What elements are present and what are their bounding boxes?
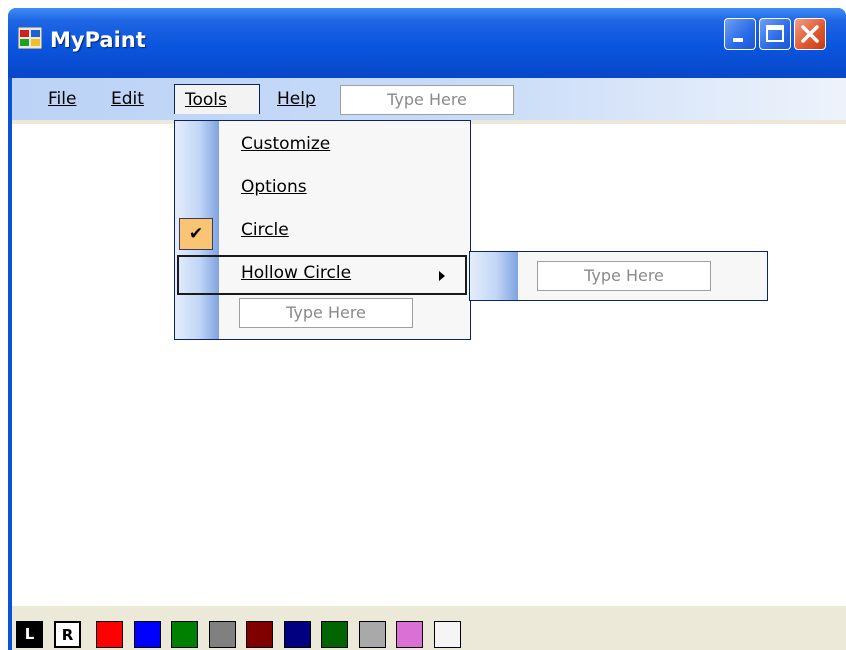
hollow-circle-label: Hollow Circle — [241, 263, 352, 283]
menu-item-circle[interactable]: Circle — [241, 215, 289, 245]
left-color-label: L — [24, 625, 35, 643]
color-swatch[interactable] — [133, 621, 161, 648]
client-area: File Edit Tools Help Type Here Customize… — [12, 78, 846, 650]
menu-tools-label: Tools — [185, 90, 227, 110]
color-swatch[interactable] — [96, 621, 123, 648]
menu-item-hollow-circle[interactable]: Hollow Circle — [241, 258, 351, 288]
menu-item-customize[interactable]: Customize — [241, 129, 330, 159]
menu-file-label: File — [48, 89, 77, 109]
minimize-icon — [733, 38, 743, 42]
tools-dropdown-menu: Customize Options ✔ Circle Hollow Circle… — [174, 120, 471, 340]
circle-check-box: ✔ — [179, 218, 213, 250]
menu-item-options[interactable]: Options — [241, 172, 307, 202]
color-swatch[interactable] — [208, 621, 236, 648]
color-swatch[interactable] — [433, 621, 461, 648]
checkmark-icon: ✔ — [188, 224, 204, 244]
color-swatch[interactable] — [283, 621, 311, 648]
app-icon — [18, 27, 42, 49]
left-color-swatch[interactable]: L — [16, 621, 43, 648]
color-swatch[interactable] — [171, 621, 198, 648]
tools-type-here-input[interactable]: Type Here — [239, 298, 413, 328]
title-bar[interactable]: MyPaint — [8, 8, 846, 78]
close-icon — [801, 25, 819, 43]
color-swatch[interactable] — [246, 621, 273, 648]
submenu-type-here-input[interactable]: Type Here — [537, 261, 711, 291]
maximize-icon — [766, 25, 784, 42]
right-color-swatch[interactable]: R — [54, 621, 81, 648]
submenu-image-margin — [470, 252, 518, 300]
hollow-circle-submenu: Type Here — [469, 251, 768, 301]
right-color-label: R — [61, 626, 74, 644]
customize-label: Customize — [241, 134, 331, 154]
color-swatch[interactable] — [396, 621, 423, 648]
menu-help[interactable]: Help — [277, 84, 316, 114]
color-swatch[interactable] — [358, 621, 386, 648]
color-palette: L R — [12, 606, 846, 650]
menu-edit-label: Edit — [111, 89, 144, 109]
close-button[interactable] — [794, 18, 826, 50]
submenu-arrow-icon — [439, 271, 445, 281]
menubar-type-here-input[interactable]: Type Here — [340, 85, 514, 115]
menu-edit[interactable]: Edit — [111, 84, 144, 114]
mypaint-window: MyPaint File Edit Tools Help Type Here C… — [8, 8, 846, 650]
minimize-button[interactable] — [724, 18, 756, 50]
options-label: Options — [241, 177, 307, 197]
window-title: MyPaint — [50, 28, 146, 52]
circle-label: Circle — [241, 220, 289, 240]
color-swatch[interactable] — [321, 621, 348, 648]
menu-bar: File Edit Tools Help Type Here — [12, 78, 846, 120]
menu-tools[interactable]: Tools — [174, 84, 260, 114]
menu-help-label: Help — [277, 89, 316, 109]
menu-file[interactable]: File — [48, 84, 76, 114]
maximize-button[interactable] — [759, 18, 791, 50]
